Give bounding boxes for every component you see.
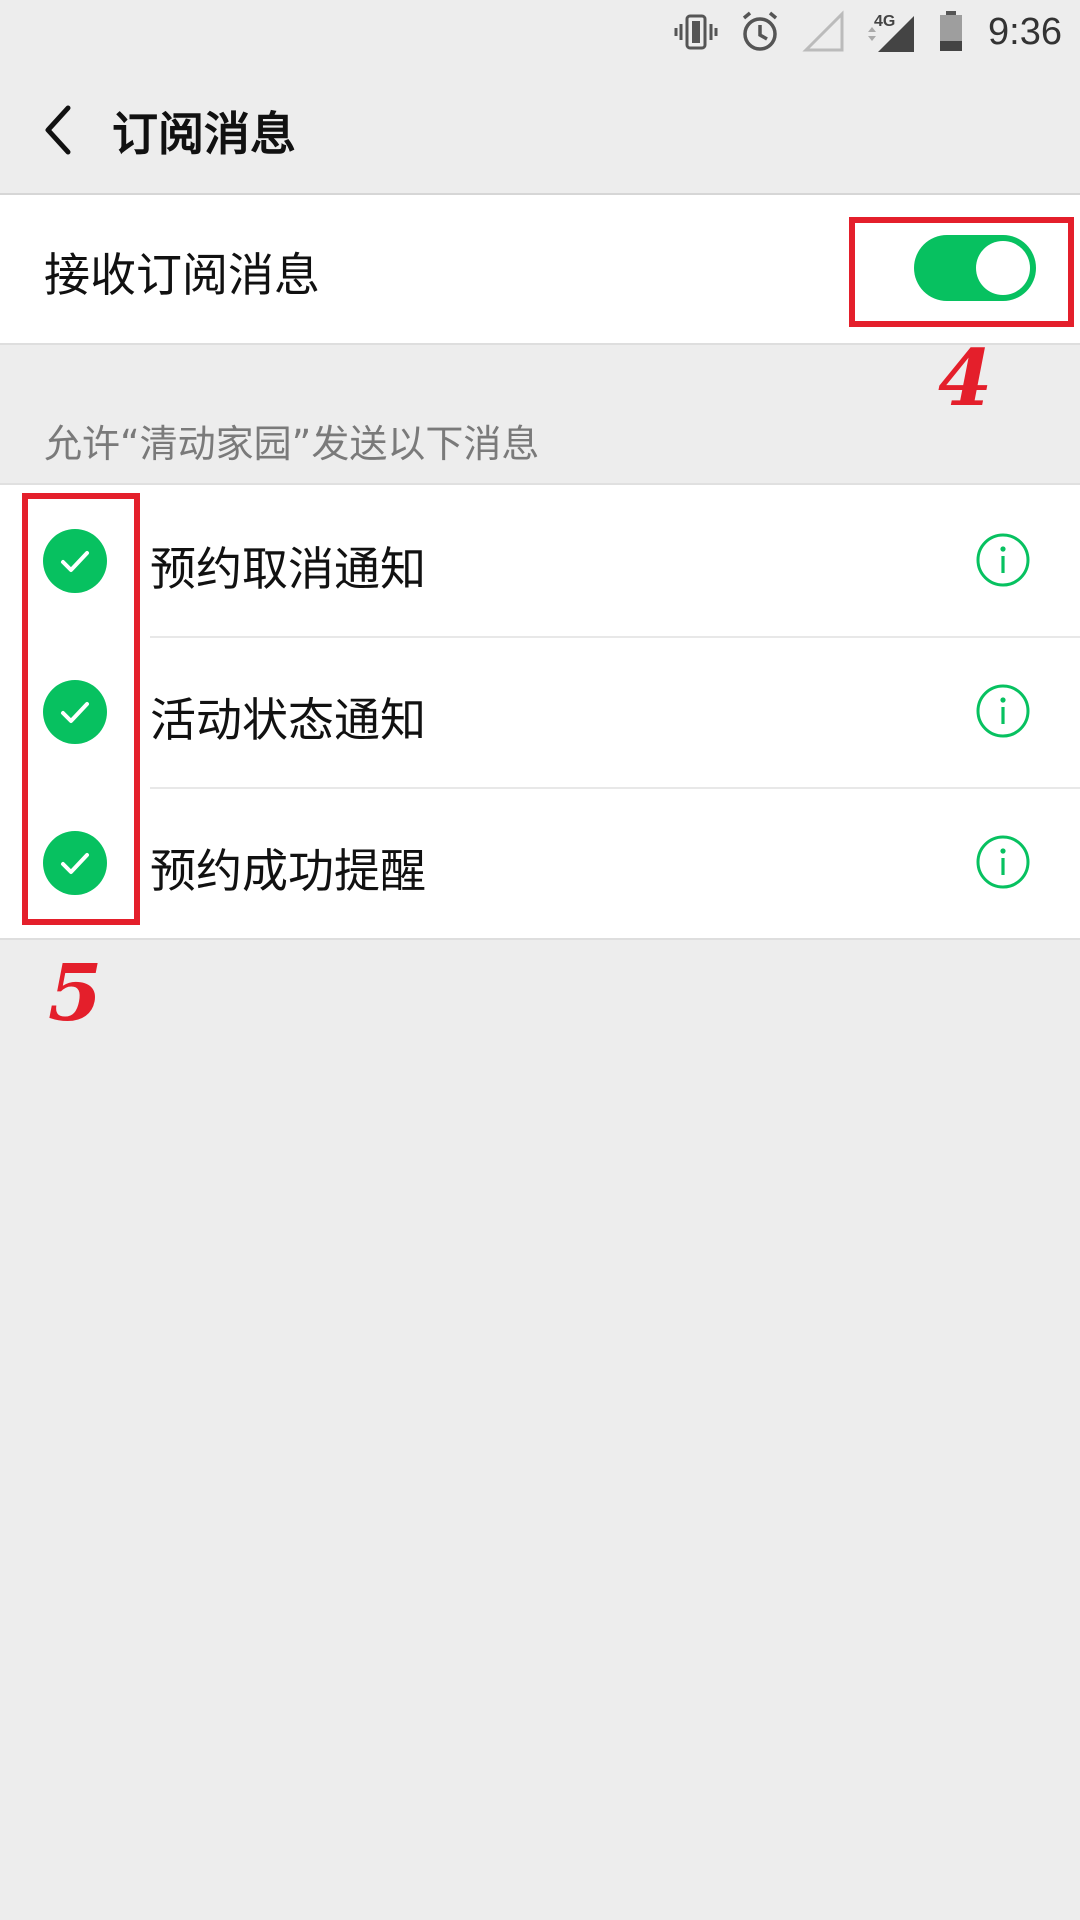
alarm-icon — [742, 11, 778, 51]
back-button[interactable] — [28, 94, 88, 166]
receive-subscription-label: 接收订阅消息 — [44, 248, 320, 302]
info-icon[interactable] — [975, 683, 1031, 739]
annotation-box-checks — [22, 493, 140, 925]
battery-icon — [940, 11, 963, 51]
info-icon[interactable] — [975, 834, 1031, 890]
vibrate-icon — [674, 14, 718, 50]
page-title: 订阅消息 — [112, 107, 296, 161]
list-item-label: 活动状态通知 — [150, 693, 426, 747]
nav-header: 订阅消息 — [0, 64, 1080, 195]
clock: 9:36 — [988, 10, 1062, 53]
list-item[interactable]: 预约取消通知 — [0, 485, 1080, 636]
message-type-list: 预约取消通知 活动状态通知 预约成功提醒 — [0, 483, 1080, 940]
status-icons: 4G 9:36 — [672, 6, 1062, 58]
info-icon[interactable] — [975, 532, 1031, 588]
signal-4g-icon: 4G — [868, 13, 915, 52]
list-item-label: 预约取消通知 — [150, 542, 426, 596]
annotation-number-4: 4 — [938, 333, 993, 424]
list-item[interactable]: 活动状态通知 — [0, 636, 1080, 787]
status-bar: 4G 9:36 — [0, 0, 1080, 64]
list-item[interactable]: 预约成功提醒 — [0, 787, 1080, 938]
list-item-label: 预约成功提醒 — [150, 844, 426, 898]
network-label: 4G — [874, 13, 895, 30]
chevron-left-icon — [45, 105, 71, 155]
section-caption: 允许“清动家园”发送以下消息 — [44, 422, 540, 466]
signal-empty-icon — [802, 10, 844, 52]
annotation-number-5: 5 — [48, 948, 103, 1039]
annotation-box-switch — [849, 217, 1074, 327]
